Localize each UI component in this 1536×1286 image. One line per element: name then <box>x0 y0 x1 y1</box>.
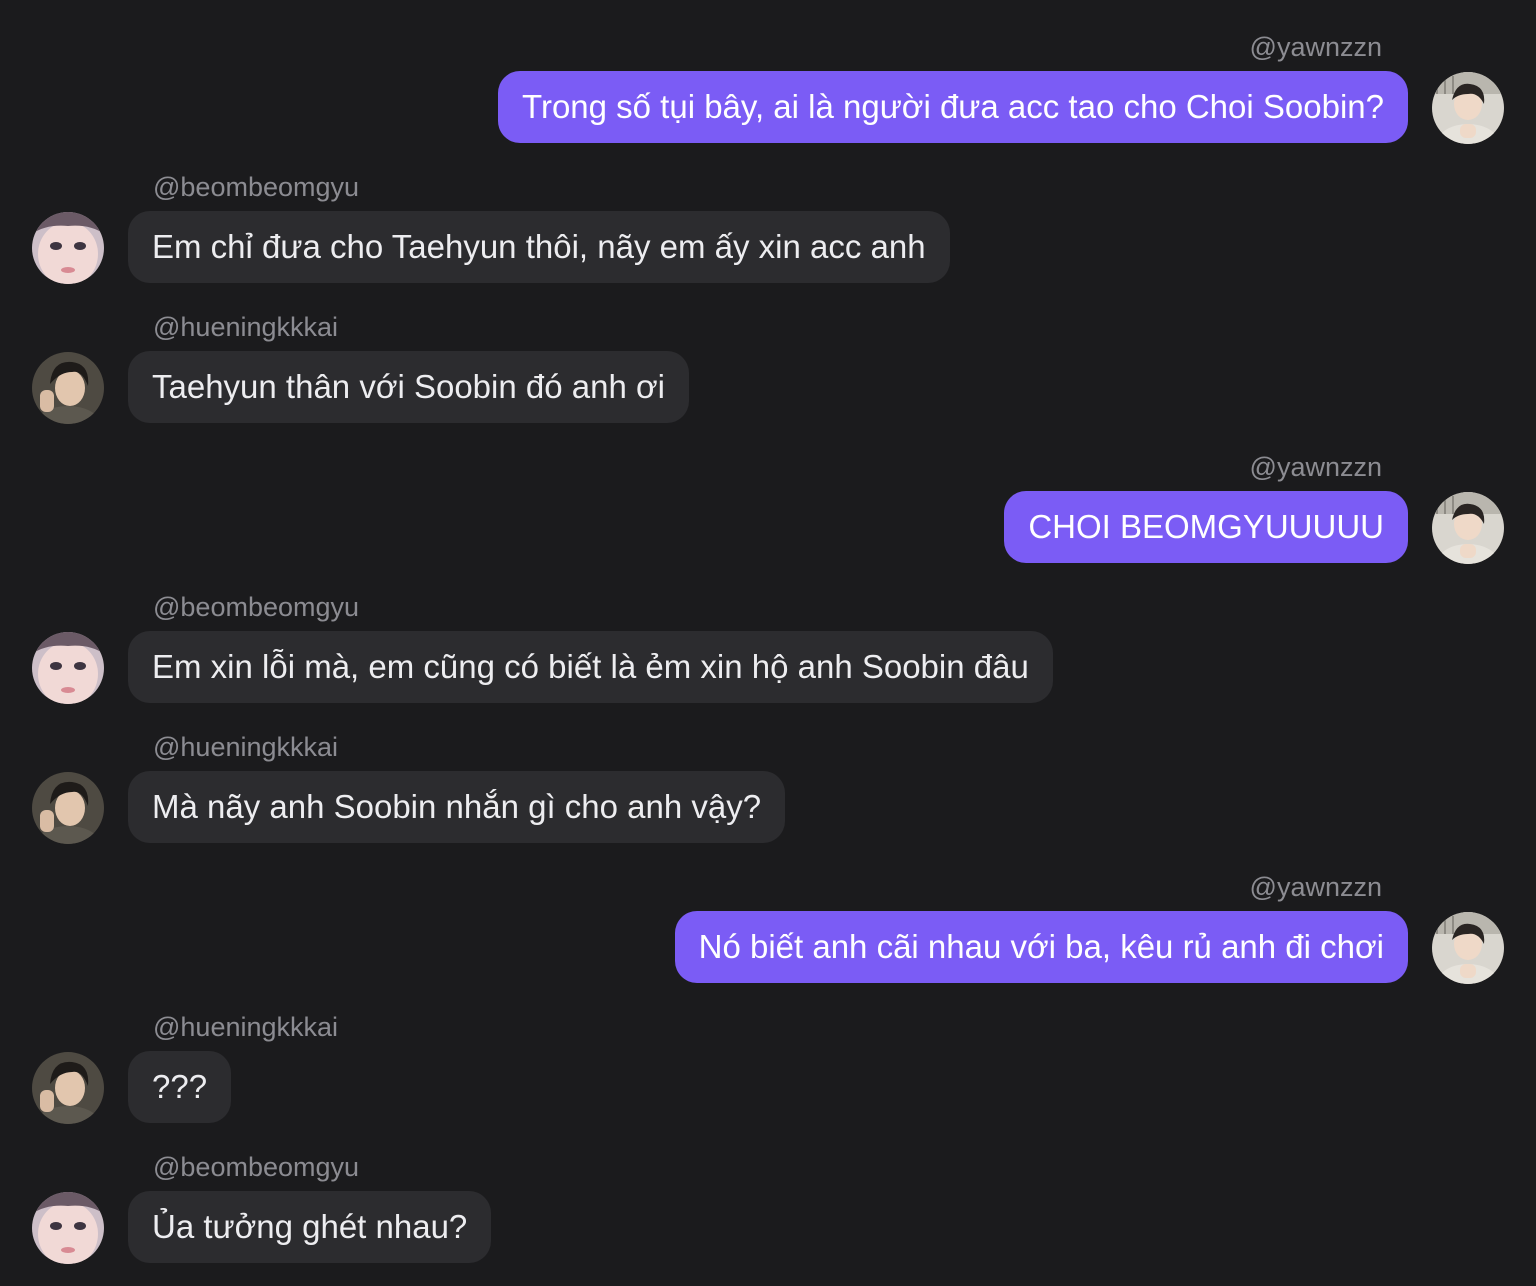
avatar-hueningkkkai[interactable] <box>32 352 104 424</box>
sender-username[interactable]: @hueningkkkai <box>153 1010 338 1044</box>
message-row: @yawnzzn CHOI BEOMGYUUUUU <box>0 420 1536 564</box>
message-row: @hueningkkkai Taehyun thân với Soobin đó… <box>0 280 1536 424</box>
message-bubble[interactable]: Taehyun thân với Soobin đó anh ơi <box>128 351 689 423</box>
message-row: @hueningkkkai ??? <box>0 980 1536 1124</box>
chat-thread: @yawnzzn Trong số tụi bây, ai là người đ… <box>0 0 1536 1286</box>
message-bubble[interactable]: Ủa tưởng ghét nhau? <box>128 1191 492 1263</box>
sender-username[interactable]: @beombeomgyu <box>153 170 359 204</box>
sender-username[interactable]: @yawnzzn <box>1250 450 1382 484</box>
message-bubble[interactable]: Mà nãy anh Soobin nhắn gì cho anh vậy? <box>128 771 786 843</box>
avatar-beombeomgyu[interactable] <box>32 212 104 284</box>
message-row: @hueningkkkai Mà nãy anh Soobin nhắn gì … <box>0 700 1536 844</box>
sender-username[interactable]: @hueningkkkai <box>153 730 338 764</box>
sender-username[interactable]: @yawnzzn <box>1250 30 1382 64</box>
sender-username[interactable]: @hueningkkkai <box>153 310 338 344</box>
avatar-hueningkkkai[interactable] <box>32 772 104 844</box>
avatar-yawnzzn[interactable] <box>1432 912 1504 984</box>
message-bubble[interactable]: CHOI BEOMGYUUUUU <box>1004 491 1408 563</box>
message-bubble[interactable]: Em xin lỗi mà, em cũng có biết là ẻm xin… <box>128 631 1053 703</box>
message-bubble[interactable]: Nó biết anh cãi nhau với ba, kêu rủ anh … <box>674 911 1408 983</box>
message-row: @beombeomgyu Em chỉ đưa cho Taehyun thôi… <box>0 140 1536 284</box>
message-bubble[interactable]: ??? <box>128 1051 232 1123</box>
message-bubble[interactable]: Em chỉ đưa cho Taehyun thôi, nãy em ấy x… <box>128 211 950 283</box>
sender-username[interactable]: @beombeomgyu <box>153 590 359 624</box>
sender-username[interactable]: @yawnzzn <box>1250 870 1382 904</box>
message-row: @beombeomgyu Ủa tưởng ghét nhau? <box>0 1120 1536 1264</box>
avatar-beombeomgyu[interactable] <box>32 632 104 704</box>
avatar-yawnzzn[interactable] <box>1432 492 1504 564</box>
message-row: @yawnzzn Nó biết anh cãi nhau với ba, kê… <box>0 840 1536 984</box>
avatar-beombeomgyu[interactable] <box>32 1192 104 1264</box>
message-bubble[interactable]: Trong số tụi bây, ai là người đưa acc ta… <box>498 71 1408 143</box>
sender-username[interactable]: @beombeomgyu <box>153 1150 359 1184</box>
avatar-hueningkkkai[interactable] <box>32 1052 104 1124</box>
message-row: @yawnzzn Trong số tụi bây, ai là người đ… <box>0 0 1536 144</box>
avatar-yawnzzn[interactable] <box>1432 72 1504 144</box>
message-row: @beombeomgyu Em xin lỗi mà, em cũng có b… <box>0 560 1536 704</box>
